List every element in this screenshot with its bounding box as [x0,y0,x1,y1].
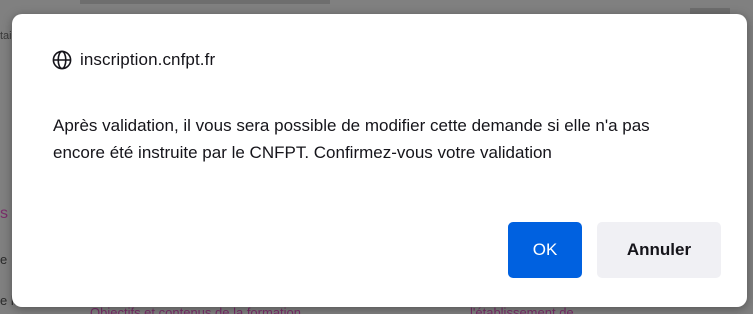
background-text: s [0,205,8,222]
dialog-message: Après validation, il vous sera possible … [53,116,650,162]
background-text: e [0,252,8,267]
dialog-header: inscription.cnfpt.fr [52,48,215,72]
background-text: tai [0,30,12,42]
globe-icon [52,50,72,70]
confirm-dialog: inscription.cnfpt.fr Après validation, i… [12,14,747,307]
dialog-origin: inscription.cnfpt.fr [80,50,216,69]
ok-button[interactable]: OK [508,222,582,278]
cancel-button[interactable]: Annuler [597,222,721,278]
background-bar [80,0,330,4]
